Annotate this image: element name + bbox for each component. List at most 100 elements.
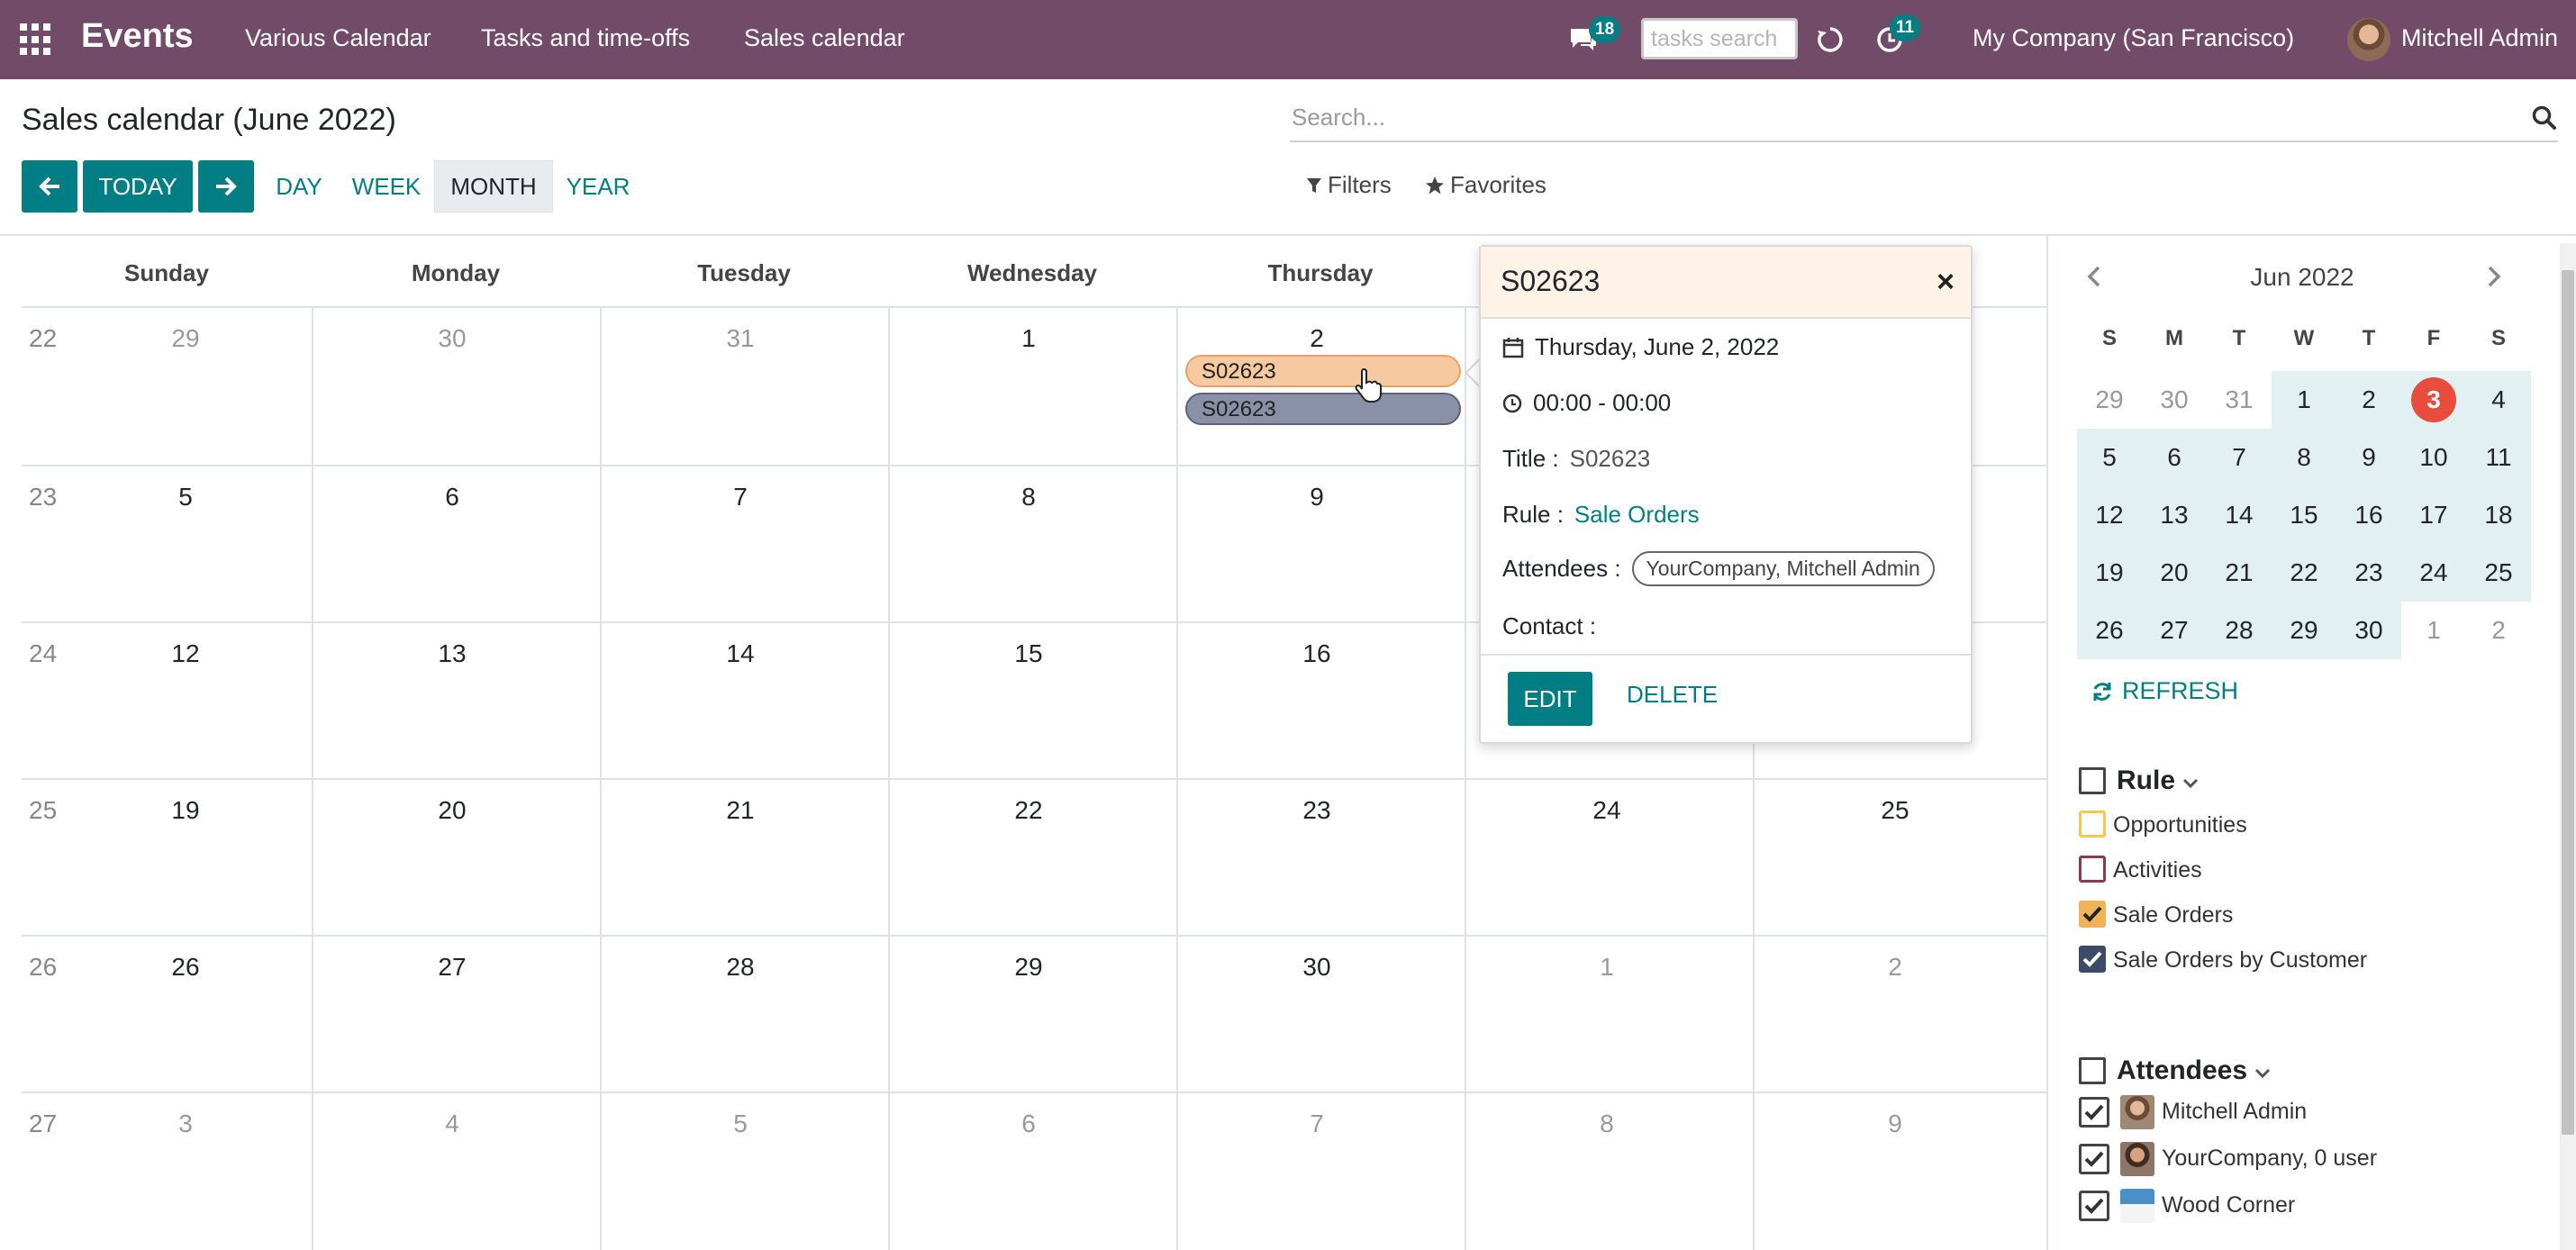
- contact-label: Contact :: [1502, 612, 1597, 639]
- mini-calendar-day[interactable]: 19: [2077, 544, 2142, 602]
- attendee-avatar: [2120, 1142, 2154, 1176]
- filters-button[interactable]: Filters: [1306, 171, 1392, 199]
- edit-button[interactable]: EDIT: [1508, 672, 1592, 726]
- attendees-tag[interactable]: YourCompany, Mitchell Admin: [1631, 551, 1935, 586]
- scale-month-button[interactable]: MONTH: [434, 160, 553, 213]
- mini-calendar-day[interactable]: 12: [2077, 486, 2142, 544]
- calendar-event[interactable]: S02623: [1185, 393, 1461, 425]
- mini-calendar-day[interactable]: 6: [2142, 429, 2207, 486]
- apps-menu-icon[interactable]: [20, 23, 52, 56]
- app-brand[interactable]: Events: [81, 17, 194, 56]
- calendar-day-number: 2: [1888, 953, 1902, 981]
- mini-calendar-day[interactable]: 11: [2466, 429, 2531, 486]
- mini-calendar-today[interactable]: 3: [2401, 371, 2466, 429]
- scale-day-button[interactable]: DAY: [268, 160, 330, 213]
- rule-filter-title[interactable]: Rule: [2117, 765, 2199, 796]
- mini-calendar-day[interactable]: 15: [2272, 486, 2336, 544]
- mini-calendar-day[interactable]: 1: [2272, 371, 2336, 429]
- mini-calendar-day[interactable]: 31: [2207, 371, 2272, 429]
- mini-calendar-day[interactable]: 7: [2207, 429, 2272, 486]
- popover-rule-row: Rule : Sale Orders: [1502, 501, 1700, 529]
- mini-calendar-day[interactable]: 14: [2207, 486, 2272, 544]
- calendar-event[interactable]: S02623: [1185, 355, 1461, 387]
- mini-calendar-prev-icon[interactable]: [2084, 265, 2104, 295]
- checkmark-icon: [2082, 906, 2102, 922]
- mini-calendar-day[interactable]: 10: [2401, 429, 2466, 486]
- tasks-search-input[interactable]: [1641, 18, 1798, 59]
- mini-calendar-day[interactable]: 17: [2401, 486, 2466, 544]
- attendee-filter-checkbox[interactable]: [2079, 1191, 2109, 1221]
- calendar-day-number: 29: [171, 324, 200, 352]
- attendee-filter-item-label[interactable]: Wood Corner: [2162, 1192, 2295, 1218]
- rule-filter-checkbox[interactable]: [2079, 946, 2106, 973]
- scrollbar-thumb[interactable]: [2562, 270, 2574, 1135]
- previous-button[interactable]: [22, 160, 77, 213]
- refresh-button[interactable]: REFRESH: [2091, 677, 2238, 705]
- menu-tasks-time-offs[interactable]: Tasks and time-offs: [481, 24, 690, 52]
- mini-calendar-day[interactable]: 20: [2142, 544, 2207, 602]
- mini-calendar-day[interactable]: 25: [2466, 544, 2531, 602]
- rule-label: Rule :: [1502, 501, 1564, 528]
- mini-calendar-day[interactable]: 24: [2401, 544, 2466, 602]
- rule-filter-checkbox[interactable]: [2079, 901, 2106, 928]
- mini-calendar-day[interactable]: 5: [2077, 429, 2142, 486]
- day-header-4: Thursday: [1267, 259, 1374, 286]
- mini-calendar-day[interactable]: 4: [2466, 371, 2531, 429]
- attendee-filter-item-label[interactable]: YourCompany, 0 user: [2162, 1146, 2377, 1172]
- mini-calendar-day[interactable]: 29: [2077, 371, 2142, 429]
- user-avatar[interactable]: [2347, 18, 2390, 61]
- mini-calendar-day[interactable]: 28: [2207, 602, 2272, 659]
- menu-various-calendar[interactable]: Various Calendar: [245, 24, 431, 52]
- mini-calendar-day[interactable]: 16: [2336, 486, 2401, 544]
- mini-calendar-day[interactable]: 26: [2077, 602, 2142, 659]
- filters-label: Filters: [1328, 171, 1392, 198]
- user-menu[interactable]: Mitchell Admin: [2401, 24, 2558, 52]
- mini-calendar-day[interactable]: 2: [2336, 371, 2401, 429]
- delete-button[interactable]: DELETE: [1627, 681, 1718, 709]
- star-icon: [1426, 176, 1444, 194]
- calendar-day-number: 8: [1021, 483, 1036, 511]
- mini-calendar-day[interactable]: 29: [2272, 602, 2336, 659]
- rule-filter-item-label[interactable]: Sale Orders by Customer: [2113, 947, 2367, 974]
- rule-filter-checkbox[interactable]: [2079, 856, 2106, 883]
- checkmark-icon: [2082, 951, 2102, 967]
- mini-calendar-day[interactable]: 22: [2272, 544, 2336, 602]
- search-icon[interactable]: [2531, 104, 2558, 136]
- sync-icon[interactable]: [1814, 23, 1846, 60]
- mini-calendar-day[interactable]: 21: [2207, 544, 2272, 602]
- rule-link[interactable]: Sale Orders: [1574, 501, 1700, 529]
- attendees-select-all-checkbox[interactable]: [2079, 1057, 2106, 1084]
- scale-year-button[interactable]: YEAR: [562, 160, 634, 213]
- scale-week-button[interactable]: WEEK: [346, 160, 427, 213]
- attendee-filter-item-label[interactable]: Mitchell Admin: [2162, 1099, 2307, 1125]
- close-icon[interactable]: ×: [1937, 267, 1955, 297]
- rule-filter-item-label[interactable]: Sale Orders: [2113, 902, 2233, 928]
- mini-calendar-day[interactable]: 8: [2272, 429, 2336, 486]
- menu-sales-calendar[interactable]: Sales calendar: [744, 24, 905, 52]
- next-button[interactable]: [198, 160, 254, 213]
- search-input[interactable]: [1290, 95, 2515, 139]
- favorites-button[interactable]: Favorites: [1425, 171, 1547, 199]
- rule-filter-checkbox[interactable]: [2079, 811, 2106, 838]
- rule-select-all-checkbox[interactable]: [2079, 767, 2106, 794]
- mini-calendar-day[interactable]: 13: [2142, 486, 2207, 544]
- rule-filter-item-label[interactable]: Activities: [2113, 857, 2202, 883]
- today-button[interactable]: TODAY: [83, 160, 193, 213]
- attendee-filter-checkbox[interactable]: [2079, 1097, 2109, 1128]
- page-title: Sales calendar (June 2022): [22, 103, 396, 137]
- attendees-filter-title[interactable]: Attendees: [2117, 1055, 2271, 1086]
- mini-calendar-day[interactable]: 1: [2401, 602, 2466, 659]
- mini-calendar-day[interactable]: 30: [2142, 371, 2207, 429]
- mini-calendar-day[interactable]: 23: [2336, 544, 2401, 602]
- rule-filter-item-label[interactable]: Opportunities: [2113, 812, 2247, 838]
- mini-calendar-next-icon[interactable]: [2484, 265, 2504, 295]
- mini-calendar-day[interactable]: 9: [2336, 429, 2401, 486]
- mini-calendar-day[interactable]: 30: [2336, 602, 2401, 659]
- mini-calendar-day[interactable]: 18: [2466, 486, 2531, 544]
- mini-calendar-day[interactable]: 2: [2466, 602, 2531, 659]
- mini-calendar-day[interactable]: 27: [2142, 602, 2207, 659]
- company-switcher[interactable]: My Company (San Francisco): [1973, 24, 2294, 52]
- attendee-filter-checkbox[interactable]: [2079, 1144, 2109, 1174]
- calendar-day-number: 1: [1600, 953, 1614, 981]
- mini-calendar-title: Jun 2022: [2250, 263, 2354, 291]
